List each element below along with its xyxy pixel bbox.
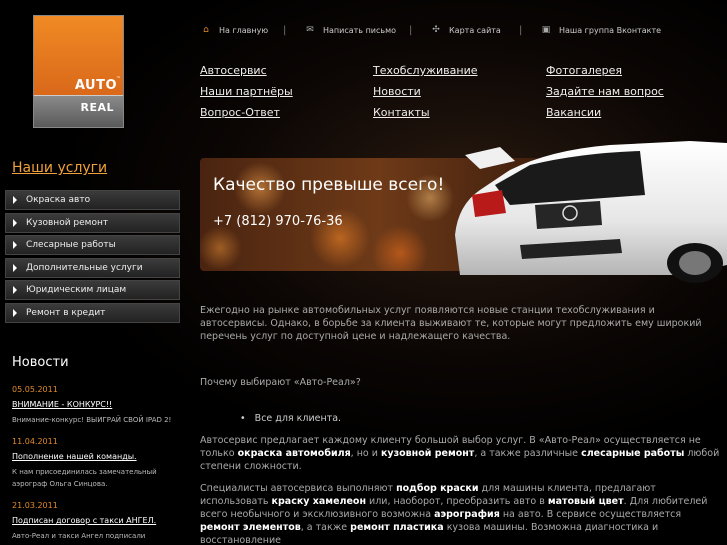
menu-vacancies[interactable]: Вакансии bbox=[546, 106, 601, 119]
service-label: Ремонт в кредит bbox=[26, 307, 106, 318]
top-link-label: Карта сайта bbox=[449, 26, 501, 35]
arrow-right-icon bbox=[13, 286, 17, 294]
divider: | bbox=[283, 25, 287, 36]
text-run: , но и bbox=[350, 448, 381, 459]
news-date: 11.04.2011 bbox=[12, 437, 58, 446]
top-link-label: Наша группа Вконтакте bbox=[559, 26, 662, 35]
news-item: 21.03.2011 Подписан договор с такси АНГЕ… bbox=[12, 501, 190, 542]
service-item-body-repair[interactable]: Кузовной ремонт bbox=[5, 212, 180, 233]
service-item-legal-entities[interactable]: Юридическим лицам bbox=[5, 280, 180, 300]
specialists-paragraph: Специалисты автосервиса выполняют подбор… bbox=[200, 482, 720, 545]
bullet-item: • Все для клиента. bbox=[200, 412, 720, 425]
news-date: 05.05.2011 bbox=[12, 385, 58, 394]
menu-faq[interactable]: Вопрос-Ответ bbox=[200, 106, 280, 119]
top-link-mail[interactable]: ✉ Написать письмо bbox=[305, 25, 397, 36]
arrow-right-icon bbox=[13, 196, 17, 204]
news-text: Авто-Реал и такси Ангел подписали bbox=[12, 532, 146, 540]
service-item-painting[interactable]: Окраска авто bbox=[5, 190, 180, 210]
why-question: Почему выбирают «Авто-Реал»? bbox=[200, 377, 361, 388]
vk-icon: ▣ bbox=[541, 25, 551, 35]
bullet-text: Все для клиента. bbox=[254, 413, 342, 424]
home-icon: ⌂ bbox=[203, 25, 209, 35]
menu-maintenance[interactable]: Техобслуживание bbox=[373, 64, 478, 77]
arrow-right-icon bbox=[13, 241, 17, 249]
text-run: на авто. В сервисе осуществляется bbox=[499, 509, 682, 520]
keyword-matte: матовый цвет bbox=[547, 496, 624, 507]
service-item-mechanics[interactable]: Слесарные работы bbox=[5, 235, 180, 255]
logo-tm: ™ bbox=[116, 76, 121, 82]
logo-auto-text: AUTO bbox=[74, 78, 117, 93]
arrow-right-icon bbox=[13, 263, 17, 272]
news-list: 05.05.2011 ВНИМАНИЕ - КОНКУРС!! Внимание… bbox=[12, 385, 190, 545]
menu-ask-question[interactable]: Задайте нам вопрос bbox=[546, 85, 664, 98]
service-label: Слесарные работы bbox=[26, 240, 116, 250]
news-title: Новости bbox=[12, 355, 69, 370]
banner-title: Качество превыше всего! bbox=[213, 175, 445, 195]
services-menu: Окраска авто Кузовной ремонт Слесарные р… bbox=[5, 190, 180, 325]
service-item-additional[interactable]: Дополнительные услуги bbox=[5, 257, 180, 278]
bullet-dot: • bbox=[240, 413, 255, 424]
divider: | bbox=[409, 25, 413, 36]
services-title[interactable]: Наши услуги bbox=[12, 160, 107, 176]
text-run: , а также различные bbox=[474, 448, 582, 459]
divider: | bbox=[519, 25, 523, 36]
envelope-icon: ✉ bbox=[306, 25, 314, 35]
menu-gallery[interactable]: Фотогалерея bbox=[546, 64, 622, 77]
news-text: К нам присоединилась замечательный аэрог… bbox=[12, 468, 157, 488]
keyword-painting: окраска автомобиля bbox=[237, 448, 351, 459]
news-text: Внимание-конкурс! ВЫИГРАЙ СВОЙ IPAD 2! bbox=[12, 416, 172, 424]
news-headline[interactable]: Подписан договор с такси АНГЕЛ. bbox=[12, 516, 190, 525]
banner-phone: +7 (812) 970-76-36 bbox=[213, 214, 343, 229]
service-item-credit[interactable]: Ремонт в кредит bbox=[5, 302, 180, 323]
service-label: Юридическим лицам bbox=[26, 285, 127, 295]
text-run: , а также bbox=[300, 522, 351, 533]
page: AUTO ™ REAL ⌂ На главную | ✉ Написать пи… bbox=[0, 0, 727, 545]
news-date: 21.03.2011 bbox=[12, 501, 58, 510]
keyword-elements-repair: ремонт элементов bbox=[200, 522, 301, 533]
menu-autoservice[interactable]: Автосервис bbox=[200, 64, 267, 77]
keyword-paint-match: подбор краски bbox=[396, 483, 479, 494]
keyword-airbrush: аэрография bbox=[434, 509, 500, 520]
logo-real-text: REAL bbox=[80, 101, 114, 114]
top-link-label: На главную bbox=[219, 26, 269, 35]
menu-news[interactable]: Новости bbox=[373, 85, 421, 98]
service-label: Окраска авто bbox=[26, 195, 91, 205]
service-label: Дополнительные услуги bbox=[26, 262, 143, 273]
news-item: 11.04.2011 Пополнение нашей команды. К н… bbox=[12, 437, 190, 490]
top-link-label: Написать письмо bbox=[323, 26, 397, 35]
keyword-plastic-repair: ремонт пластика bbox=[350, 522, 444, 533]
main-content: Ежегодно на рынке автомобильных услуг по… bbox=[200, 304, 720, 545]
site-logo[interactable]: AUTO ™ REAL bbox=[33, 15, 124, 128]
top-link-home[interactable]: ⌂ На главную bbox=[201, 25, 269, 36]
car-image bbox=[455, 141, 727, 283]
news-headline[interactable]: Пополнение нашей команды. bbox=[12, 452, 190, 461]
menu-partners[interactable]: Наши партнёры bbox=[200, 85, 293, 98]
top-link-sitemap[interactable]: ✣ Карта сайта bbox=[431, 25, 501, 36]
text-run: Специалисты автосервиса выполняют bbox=[200, 483, 397, 494]
text-run: или, наоборот, преобразить авто в bbox=[366, 496, 548, 507]
services-paragraph: Автосервис предлагает каждому клиенту бо… bbox=[200, 434, 720, 473]
sitemap-icon: ✣ bbox=[432, 25, 440, 35]
menu-contacts[interactable]: Контакты bbox=[373, 106, 430, 119]
service-label: Кузовной ремонт bbox=[26, 217, 109, 228]
keyword-chameleon: краску хамелеон bbox=[271, 496, 367, 507]
intro-paragraph: Ежегодно на рынке автомобильных услуг по… bbox=[200, 305, 702, 342]
news-headline[interactable]: ВНИМАНИЕ - КОНКУРС!! bbox=[12, 400, 190, 409]
top-links-bar: ⌂ На главную | ✉ Написать письмо | ✣ Кар… bbox=[199, 25, 719, 38]
news-item: 05.05.2011 ВНИМАНИЕ - КОНКУРС!! Внимание… bbox=[12, 385, 190, 426]
arrow-right-icon bbox=[13, 218, 17, 227]
top-link-vk[interactable]: ▣ Наша группа Вконтакте bbox=[541, 25, 662, 36]
keyword-body-repair: кузовной ремонт bbox=[380, 448, 475, 459]
keyword-mechanics: слесарные работы bbox=[581, 448, 685, 459]
arrow-right-icon bbox=[13, 308, 17, 317]
